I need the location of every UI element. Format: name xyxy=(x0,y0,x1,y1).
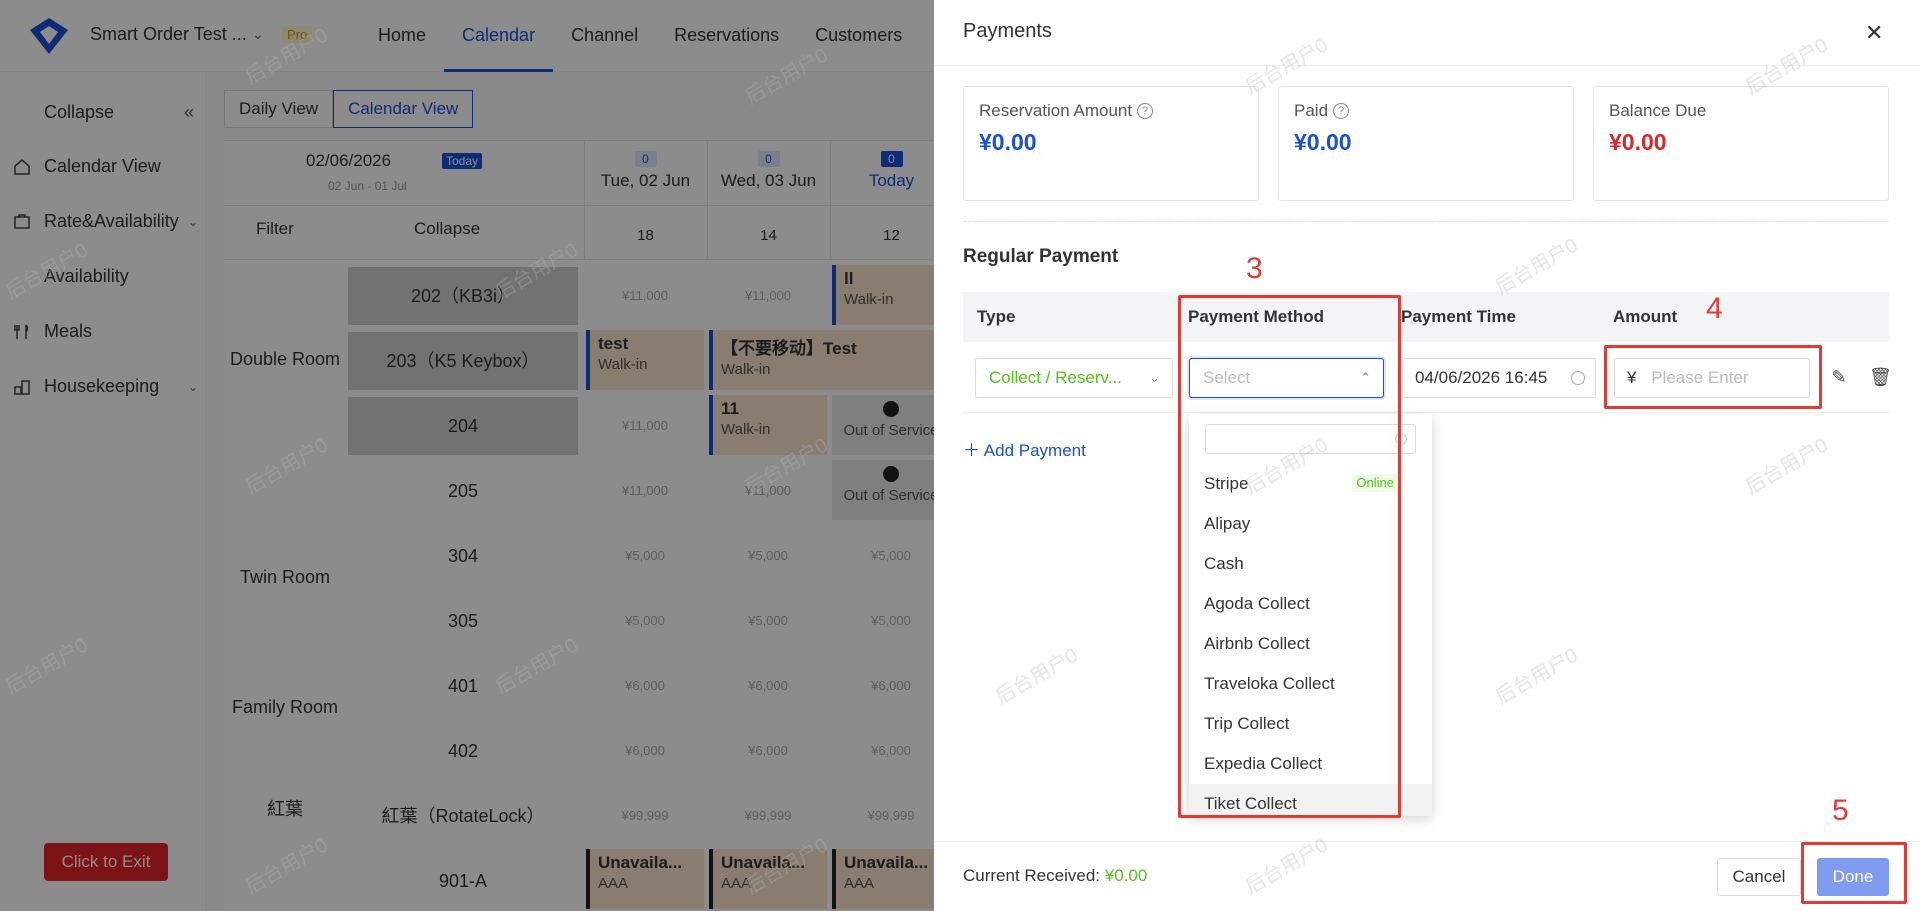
delete-icon[interactable]: 🗑 xyxy=(1869,366,1892,388)
divider xyxy=(963,221,1889,222)
divider xyxy=(963,412,1889,413)
annotation-number: 3 xyxy=(1246,252,1263,285)
regular-payment-title: Regular Payment xyxy=(963,246,1119,267)
clock-icon xyxy=(1571,371,1585,385)
balance-due-card: Balance Due ¥0.00 xyxy=(1593,86,1889,201)
summary-label: Paid? xyxy=(1294,101,1558,121)
help-icon[interactable]: ? xyxy=(1137,103,1154,119)
plus-icon: ＋ xyxy=(963,441,984,460)
summary-label-text: Balance Due xyxy=(1609,101,1707,120)
add-payment-button[interactable]: ＋ Add Payment xyxy=(963,436,1086,461)
summary-label-text: Paid xyxy=(1294,101,1329,120)
divider xyxy=(934,841,1920,842)
column-header-payment-time: Payment Time xyxy=(1401,307,1516,326)
drawer-title: Payments xyxy=(963,20,1052,42)
payment-time-input[interactable]: 04/06/2026 16:45 xyxy=(1402,358,1596,398)
current-received: Current Received: ¥0.00 xyxy=(963,866,1147,886)
annotation-box-done xyxy=(1801,842,1907,904)
current-received-label: Current Received: xyxy=(963,866,1101,885)
cancel-button[interactable]: Cancel xyxy=(1717,858,1801,896)
edit-icon[interactable]: ✎ xyxy=(1828,366,1850,388)
summary-label-text: Reservation Amount xyxy=(979,101,1133,120)
column-header-type: Type xyxy=(977,307,1016,326)
summary-label: Balance Due xyxy=(1609,101,1873,121)
summary-value: ¥0.00 xyxy=(1609,129,1667,155)
payment-type-value: Collect / Reserv... xyxy=(989,368,1122,387)
summary-value: ¥0.00 xyxy=(1294,129,1352,155)
chevron-down-icon: ⌄ xyxy=(1149,370,1160,385)
payment-time-value: 04/06/2026 16:45 xyxy=(1415,368,1548,387)
current-received-value: ¥0.00 xyxy=(1104,866,1148,885)
reservation-amount-card: Reservation Amount? ¥0.00 xyxy=(963,86,1259,201)
annotation-number: 4 xyxy=(1706,292,1723,325)
add-payment-label: Add Payment xyxy=(983,441,1086,460)
summary-value: ¥0.00 xyxy=(979,129,1037,155)
help-icon[interactable]: ? xyxy=(1333,103,1350,119)
modal-overlay[interactable] xyxy=(0,0,934,911)
column-header-amount: Amount xyxy=(1613,307,1678,326)
payment-table-header: Type Payment Method Payment Time Amount xyxy=(963,292,1889,342)
paid-card: Paid? ¥0.00 xyxy=(1278,86,1574,201)
annotation-box-amount xyxy=(1604,345,1822,409)
payment-type-select[interactable]: Collect / Reserv... ⌄ xyxy=(975,358,1173,398)
annotation-box-payment-method xyxy=(1178,295,1401,818)
annotation-number: 5 xyxy=(1832,794,1849,827)
divider xyxy=(934,65,1920,66)
close-icon[interactable]: ✕ xyxy=(1865,20,1883,46)
summary-label: Reservation Amount? xyxy=(979,101,1243,121)
